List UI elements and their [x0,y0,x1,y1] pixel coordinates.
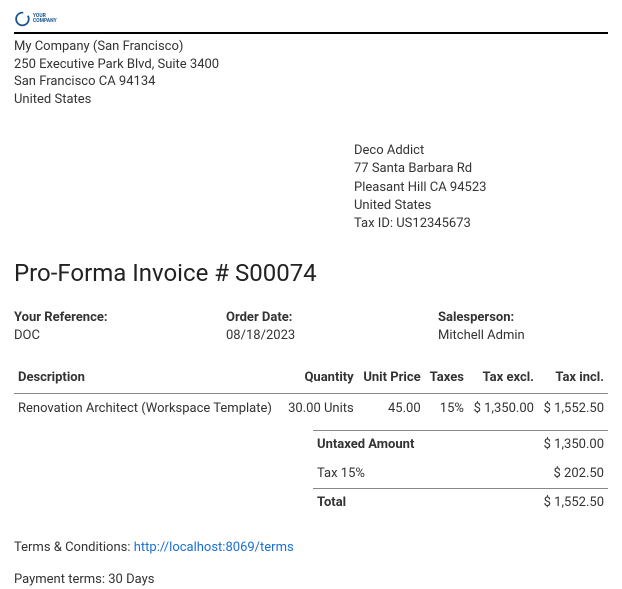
order-date-label: Order Date: [226,309,438,327]
totals-untaxed-row: Untaxed Amount $ 1,350.00 [313,430,608,459]
company-country: United States [14,91,608,109]
reference-value: DOC [14,327,226,345]
meta-salesperson: Salesperson: Mitchell Admin [438,309,608,345]
cell-description: Renovation Architect (Workspace Template… [14,394,282,425]
customer-name: Deco Addict [354,142,608,160]
logo-row: YOUR COMPANY [14,8,608,30]
salesperson-label: Salesperson: [438,309,608,327]
logo-text: YOUR COMPANY [33,14,62,24]
tax-label: Tax 15% [317,465,365,483]
totals-tax-row: Tax 15% $ 202.50 [313,460,608,488]
customer-city: Pleasant Hill CA 94523 [354,179,608,197]
col-description: Description [14,365,282,394]
col-unit-price: Unit Price [358,365,425,394]
table-row: Renovation Architect (Workspace Template… [14,394,608,425]
col-taxes: Taxes [425,365,468,394]
cell-tax-incl: $ 1,552.50 [538,394,608,425]
payment-terms: Payment terms: 30 Days [14,571,608,589]
cell-tax-excl: $ 1,350.00 [468,394,538,425]
customer-tax-id-row: Tax ID: US12345673 [354,215,608,233]
reference-label: Your Reference: [14,309,226,327]
page-title: Pro-Forma Invoice # S00074 [14,257,608,291]
customer-country: United States [354,197,608,215]
company-street: 250 Executive Park Blvd, Suite 3400 [14,56,608,74]
lines-table: Description Quantity Unit Price Taxes Ta… [14,365,608,424]
company-address: My Company (San Francisco) 250 Executive… [14,38,608,108]
company-logo: YOUR COMPANY [14,8,62,30]
table-header-row: Description Quantity Unit Price Taxes Ta… [14,365,608,394]
total-value: $ 1,552.50 [544,494,604,512]
company-name: My Company (San Francisco) [14,38,608,56]
terms-row: Terms & Conditions: http://localhost:806… [14,539,608,557]
cell-quantity: 30.00 Units [282,394,357,425]
terms-label: Terms & Conditions: [14,540,131,555]
logo-icon [14,8,31,30]
company-city: San Francisco CA 94134 [14,73,608,91]
customer-street: 77 Santa Barbara Rd [354,160,608,178]
total-label: Total [317,494,346,512]
untaxed-label: Untaxed Amount [317,436,414,454]
meta-order-date: Order Date: 08/18/2023 [226,309,438,345]
customer-tax-id-label: Tax ID: [354,216,393,231]
tax-value: $ 202.50 [554,465,605,483]
meta-row: Your Reference: DOC Order Date: 08/18/20… [14,309,608,345]
customer-address: Deco Addict 77 Santa Barbara Rd Pleasant… [354,142,608,233]
totals-block: Untaxed Amount $ 1,350.00 Tax 15% $ 202.… [313,430,608,517]
meta-reference: Your Reference: DOC [14,309,226,345]
terms-link[interactable]: http://localhost:8069/terms [134,540,294,555]
untaxed-value: $ 1,350.00 [544,436,604,454]
cell-unit-price: 45.00 [358,394,425,425]
header-rule [14,32,608,34]
col-quantity: Quantity [282,365,357,394]
order-date-value: 08/18/2023 [226,327,438,345]
cell-taxes: 15% [425,394,468,425]
totals-total-row: Total $ 1,552.50 [313,488,608,517]
salesperson-value: Mitchell Admin [438,327,608,345]
col-tax-excl: Tax excl. [468,365,538,394]
customer-tax-id: US12345673 [396,216,471,231]
col-tax-incl: Tax incl. [538,365,608,394]
